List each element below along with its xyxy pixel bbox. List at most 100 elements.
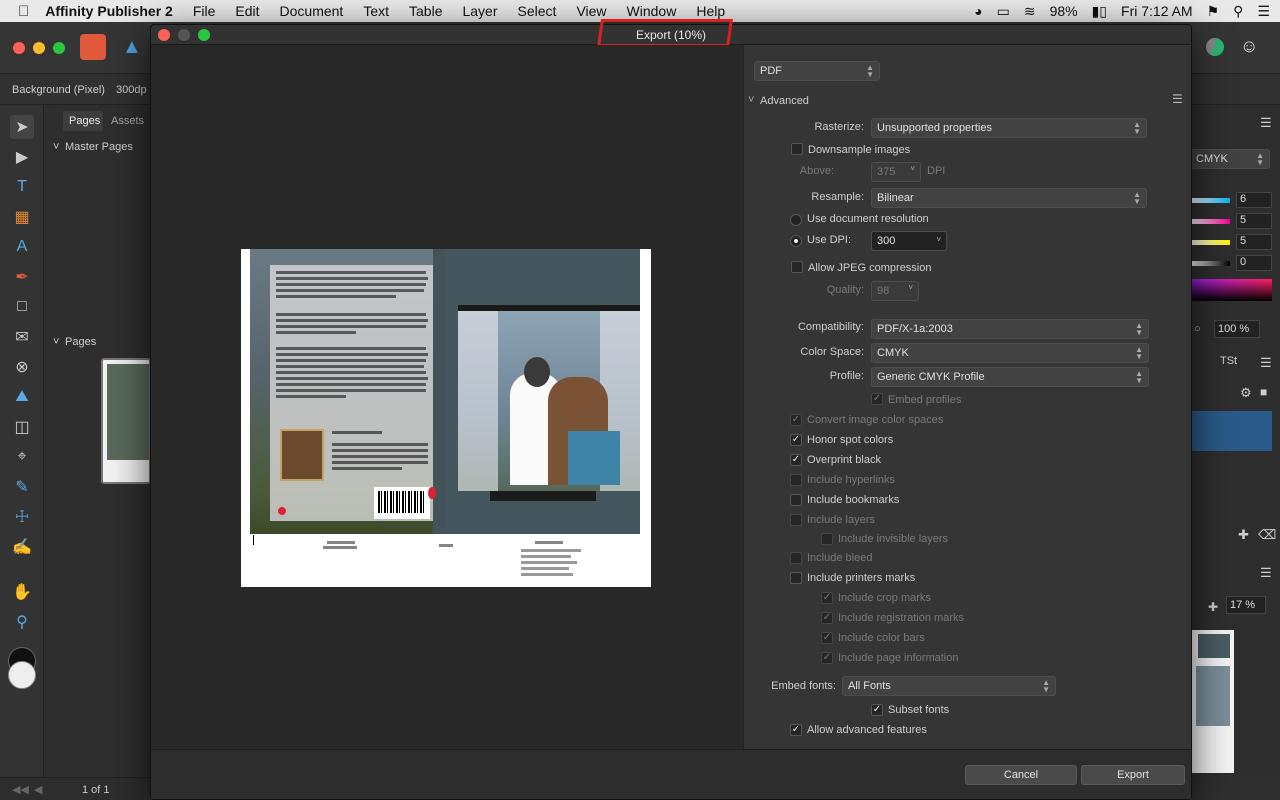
embed-profiles-checkbox[interactable]: ✓ [871, 393, 883, 405]
navigator-preview[interactable] [1192, 630, 1234, 773]
fill-tool-icon[interactable]: ✎ [10, 475, 34, 499]
include-registration-marks-checkbox[interactable]: ✓ [821, 612, 833, 624]
pen-tool-icon[interactable]: ✒ [10, 265, 34, 289]
profile-select[interactable]: Generic CMYK Profile ▲ ▼ [871, 367, 1149, 387]
fill-color-swatch[interactable] [8, 661, 36, 689]
cyan-value[interactable]: 6 [1236, 192, 1272, 208]
flag-icon[interactable]: ⚑ [1207, 3, 1220, 20]
include-crop-marks-checkbox[interactable]: ✓ [821, 592, 833, 604]
black-value[interactable]: 0 [1236, 255, 1272, 271]
include-bookmarks-checkbox[interactable] [790, 494, 802, 506]
designer-persona-icon[interactable]: ▲ [122, 36, 142, 58]
rasterize-select[interactable]: Unsupported properties ▲ ▼ [871, 118, 1147, 138]
quality-field[interactable]: 98 ˅ [871, 281, 919, 301]
lock-icon[interactable]: ■ [1260, 385, 1267, 399]
color-spectrum[interactable] [1190, 279, 1272, 301]
rectangle-tool-icon[interactable]: □ [10, 295, 34, 319]
dpi-field[interactable]: 300 ˅ [871, 231, 947, 251]
battery-percent[interactable]: 98% [1050, 3, 1078, 19]
pages-header[interactable]: Pages [65, 336, 96, 348]
menu-document[interactable]: Document [270, 3, 354, 19]
prev-page-icon[interactable]: ◀ [34, 783, 42, 796]
screen-record-icon[interactable]: ◕ [974, 3, 982, 19]
advanced-section-header[interactable]: Advanced [760, 95, 809, 107]
apple-icon[interactable]:  [0, 3, 39, 20]
magenta-value[interactable]: 5 [1236, 213, 1272, 229]
menu-edit[interactable]: Edit [225, 3, 269, 19]
ellipse-frame-tool-icon[interactable]: ⊗ [10, 355, 34, 379]
gear-icon[interactable]: ⚙ [1240, 385, 1252, 401]
chevron-down-icon[interactable]: ˅ [748, 94, 754, 106]
menu-layer[interactable]: Layer [452, 3, 507, 19]
include-printers-marks-checkbox[interactable] [790, 572, 802, 584]
menu-view[interactable]: View [566, 3, 616, 19]
resample-select[interactable]: Bilinear ▲ ▼ [871, 188, 1147, 208]
menu-select[interactable]: Select [508, 3, 567, 19]
hand-tool-icon[interactable]: ✋ [10, 580, 34, 604]
trash-icon[interactable]: ⌫ [1258, 527, 1276, 543]
close-window-button[interactable] [13, 42, 25, 54]
airplay-icon[interactable]: ▭ [997, 3, 1010, 20]
table-tool-icon[interactable]: ▦ [10, 205, 34, 229]
node-tool-icon[interactable]: ▶ [10, 145, 34, 169]
use-document-resolution-radio[interactable] [790, 214, 802, 226]
user-icon[interactable]: ☺ [1240, 36, 1258, 57]
include-page-information-checkbox[interactable]: ✓ [821, 652, 833, 664]
move-tool-icon[interactable]: ➤ [10, 115, 34, 139]
artistic-text-tool-icon[interactable]: A [10, 235, 34, 259]
publisher-persona-icon[interactable] [80, 34, 106, 60]
battery-icon[interactable]: ▮▯ [1092, 3, 1107, 20]
tab-pages[interactable]: Pages [69, 115, 100, 127]
picture-frame-tool-icon[interactable]: ✉ [10, 325, 34, 349]
menu-file[interactable]: File [183, 3, 226, 19]
first-page-icon[interactable]: ◀◀ [12, 783, 29, 796]
include-bleed-checkbox[interactable] [790, 552, 802, 564]
zoom-window-button[interactable] [53, 42, 65, 54]
menu-text[interactable]: Text [353, 3, 399, 19]
include-layers-checkbox[interactable] [790, 514, 802, 526]
jpeg-compression-checkbox[interactable] [791, 261, 803, 273]
menu-window[interactable]: Window [617, 3, 687, 19]
panel-menu-icon[interactable]: ☰ [1260, 565, 1272, 581]
crop-tool-icon[interactable]: ⌖ [10, 445, 34, 469]
above-field[interactable]: 375 ˅ [871, 162, 921, 182]
allow-advanced-features-checkbox[interactable]: ✓ [790, 724, 802, 736]
minimize-window-button[interactable] [33, 42, 45, 54]
honor-spot-colors-checkbox[interactable]: ✓ [790, 434, 802, 446]
panel-menu-icon[interactable]: ☰ [1260, 355, 1272, 371]
embed-fonts-select[interactable]: All Fonts ▲ ▼ [842, 676, 1056, 696]
include-color-bars-checkbox[interactable]: ✓ [821, 632, 833, 644]
color-picker-tool-icon[interactable]: ✍ [10, 535, 34, 559]
zoom-tool-icon[interactable]: ⚲ [10, 610, 34, 634]
color-mode-select[interactable]: CMYK ▲ ▼ [1190, 149, 1270, 169]
page-thumbnail[interactable] [101, 358, 151, 484]
section-menu-icon[interactable]: ☰ [1172, 92, 1183, 106]
overprint-black-checkbox[interactable]: ✓ [790, 454, 802, 466]
export-button[interactable]: Export [1081, 765, 1185, 785]
navigator-zoom-field[interactable]: 17 % [1226, 596, 1266, 614]
include-invisible-layers-checkbox[interactable] [821, 533, 833, 545]
zoom-in-icon[interactable]: ✚ [1208, 600, 1218, 614]
text-frame-tool-icon[interactable]: T [10, 175, 34, 199]
wifi-icon[interactable]: ≋ [1024, 3, 1036, 20]
compatibility-select[interactable]: PDF/X-1a:2003 ▲ ▼ [871, 319, 1149, 339]
cancel-button[interactable]: Cancel [965, 765, 1077, 785]
panel-menu-icon[interactable]: ☰ [1260, 115, 1272, 131]
opacity-field[interactable]: 100 % [1214, 320, 1260, 338]
transparency-tool-icon[interactable]: ☩ [10, 505, 34, 529]
place-image-tool-icon[interactable]: ⛰ [10, 385, 34, 409]
downsample-checkbox[interactable] [791, 143, 803, 155]
spotlight-icon[interactable]: ⚲ [1233, 3, 1243, 20]
control-center-icon[interactable]: ☰ [1257, 3, 1270, 20]
menu-help[interactable]: Help [686, 3, 735, 19]
use-dpi-radio[interactable] [790, 235, 802, 247]
convert-color-spaces-checkbox[interactable]: ✓ [790, 414, 802, 426]
format-select[interactable]: PDF ▲ ▼ [754, 61, 880, 81]
yellow-value[interactable]: 5 [1236, 234, 1272, 250]
color-wheel-icon[interactable] [1206, 38, 1224, 56]
color-space-select[interactable]: CMYK ▲ ▼ [871, 343, 1149, 363]
tab-assets[interactable]: Assets [111, 115, 144, 127]
add-page-icon[interactable]: ✚ [1238, 527, 1249, 543]
clock[interactable]: Fri 7:12 AM [1121, 3, 1193, 19]
include-hyperlinks-checkbox[interactable] [790, 474, 802, 486]
